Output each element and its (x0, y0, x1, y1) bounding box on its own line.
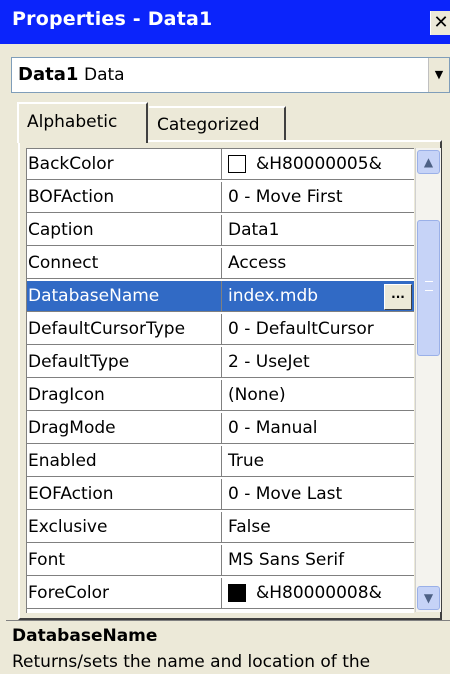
property-value-text: Access (228, 253, 287, 273)
object-name: Data1 (18, 64, 79, 85)
property-name[interactable]: Caption (27, 215, 222, 246)
property-row[interactable]: Connect Access (27, 248, 414, 280)
property-name[interactable]: DragIcon (27, 380, 222, 411)
close-button[interactable]: ✕ (430, 11, 450, 35)
browse-button[interactable]: ... (384, 284, 412, 310)
property-name[interactable]: DragMode (27, 413, 222, 444)
property-value[interactable]: Data1 (222, 215, 414, 246)
property-value[interactable]: (None) (222, 380, 414, 411)
property-value-text: index.mdb (228, 286, 319, 306)
property-row[interactable]: BOFAction 0 - Move First (27, 182, 414, 214)
property-name[interactable]: DefaultCursorType (27, 314, 222, 345)
property-value[interactable]: 0 - Move Last (222, 479, 414, 510)
property-value-text: 0 - DefaultCursor (228, 319, 374, 339)
color-swatch (228, 155, 246, 173)
property-value-text: 0 - Manual (228, 418, 318, 438)
vertical-scrollbar[interactable]: ▲ ▼ (415, 148, 441, 612)
property-value-text: (None) (228, 385, 286, 405)
property-row[interactable]: DefaultCursorType 0 - DefaultCursor (27, 314, 414, 346)
property-value[interactable]: 0 - DefaultCursor (222, 314, 414, 345)
property-value[interactable]: 0 - Manual (222, 413, 414, 444)
property-name[interactable]: BOFAction (27, 182, 222, 213)
property-row[interactable]: DragMode 0 - Manual (27, 413, 414, 445)
property-value[interactable]: &H80000008& (222, 578, 414, 609)
property-value-text: 2 - UseJet (228, 352, 310, 372)
tab-alphabetic[interactable]: Alphabetic (17, 102, 148, 143)
property-grid: BackColor &H80000005& BOFAction 0 - Move Fi… (26, 148, 414, 613)
property-name[interactable]: Exclusive (27, 512, 222, 543)
property-value-text: Data1 (228, 220, 280, 240)
property-value-text: True (228, 451, 265, 471)
chevron-up-icon[interactable]: ▲ (417, 150, 440, 174)
property-value[interactable]: False (222, 512, 414, 543)
property-value-text: MS Sans Serif (228, 550, 345, 570)
property-value-text: &H80000008& (256, 583, 382, 603)
object-type: Data (84, 65, 125, 85)
property-name[interactable]: Enabled (27, 446, 222, 477)
color-swatch (228, 584, 246, 602)
dropdown-arrow-icon[interactable]: ▼ (428, 58, 449, 92)
property-value[interactable]: MS Sans Serif (222, 545, 414, 576)
property-name[interactable]: BackColor (27, 149, 222, 180)
property-row[interactable]: DatabaseName index.mdb... (27, 281, 414, 313)
property-name[interactable]: DatabaseName (27, 281, 222, 312)
tab-categorized[interactable]: Categorized (149, 106, 286, 140)
description-text: Returns/sets the name and location of th… (12, 652, 371, 672)
property-name[interactable]: ForeColor (27, 578, 222, 609)
property-row[interactable]: Enabled True (27, 446, 414, 478)
property-name[interactable]: EOFAction (27, 479, 222, 510)
property-row[interactable]: Exclusive False (27, 512, 414, 544)
property-value[interactable]: index.mdb... (222, 281, 414, 312)
property-row[interactable]: DragIcon (None) (27, 380, 414, 412)
property-value[interactable]: 0 - Move First (222, 182, 414, 213)
property-value[interactable]: &H80000005& (222, 149, 414, 180)
property-row[interactable]: DefaultType 2 - UseJet (27, 347, 414, 379)
property-value[interactable]: True (222, 446, 414, 477)
property-value-text: False (228, 517, 271, 537)
property-value-text: 0 - Move First (228, 187, 343, 207)
property-name[interactable]: Font (27, 545, 222, 576)
window-title: Properties - Data1 (12, 8, 213, 30)
grip-icon (425, 281, 433, 291)
property-row[interactable]: Font MS Sans Serif (27, 545, 414, 577)
property-name[interactable]: Connect (27, 248, 222, 279)
scrollbar-thumb[interactable] (417, 220, 440, 356)
chevron-down-icon[interactable]: ▼ (417, 586, 440, 610)
property-value-text: 0 - Move Last (228, 484, 343, 504)
property-row[interactable]: EOFAction 0 - Move Last (27, 479, 414, 511)
property-row[interactable]: ForeColor &H80000008& (27, 578, 414, 610)
property-name[interactable]: DefaultType (27, 347, 222, 378)
description-title: DatabaseName (12, 626, 158, 646)
property-row[interactable]: Caption Data1 (27, 215, 414, 247)
property-value[interactable]: 2 - UseJet (222, 347, 414, 378)
property-value-text: &H80000005& (256, 154, 382, 174)
title-bar: Properties - Data1 ✕ (0, 0, 450, 44)
property-row[interactable]: BackColor &H80000005& (27, 149, 414, 181)
property-value[interactable]: Access (222, 248, 414, 279)
object-selector[interactable]: Data1 Data ▼ (11, 57, 450, 93)
